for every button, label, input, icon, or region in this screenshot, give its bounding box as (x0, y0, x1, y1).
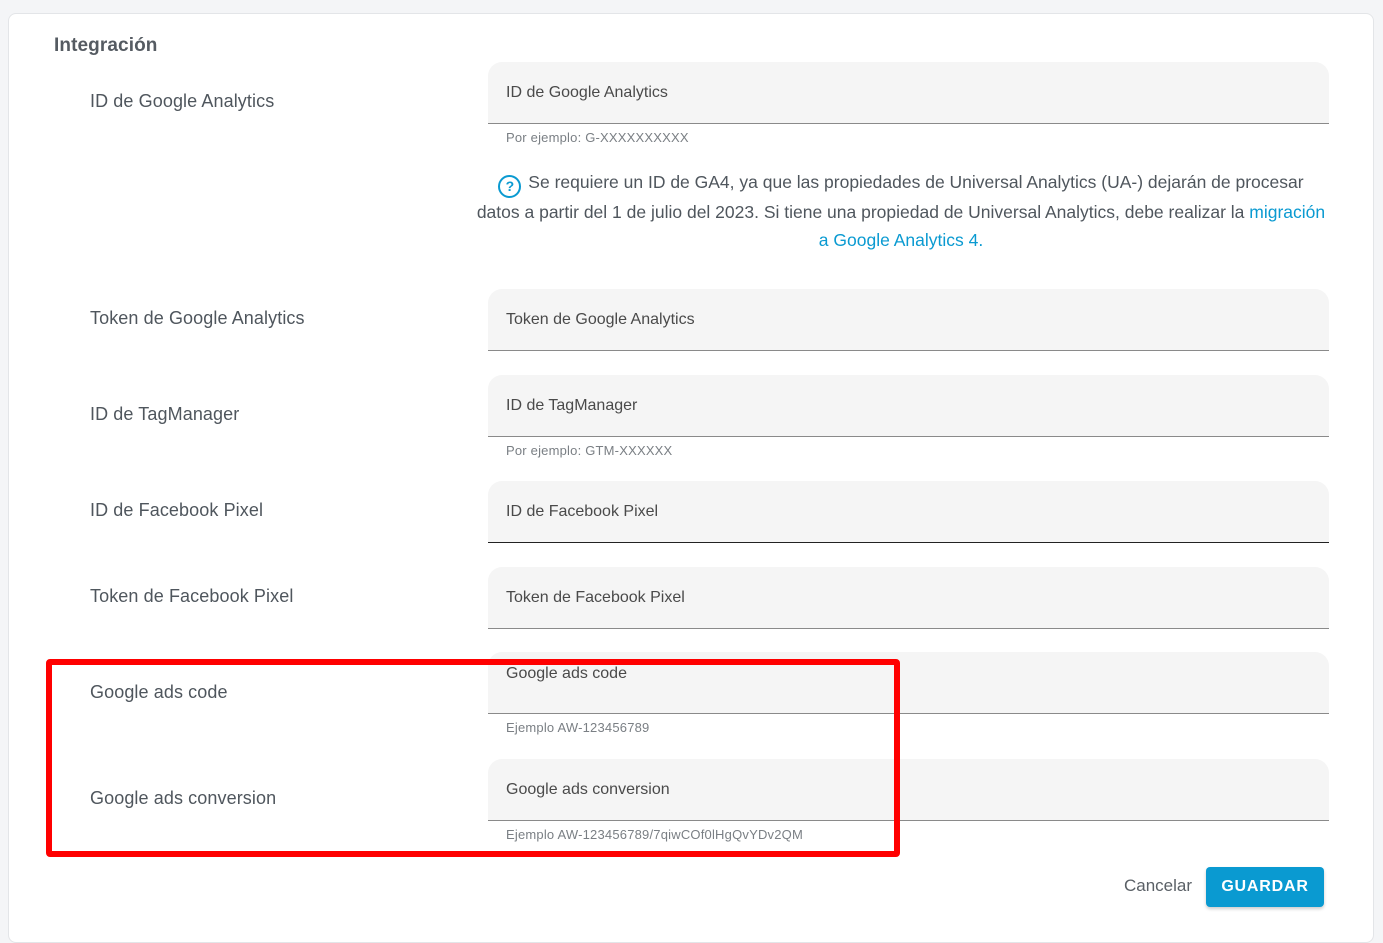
ga4-info-message: ? Se requiere un ID de GA4, ya que las p… (476, 168, 1326, 254)
fb-pixel-token-field[interactable] (488, 567, 1329, 629)
fb-pixel-id-label: ID de Facebook Pixel (90, 500, 264, 520)
gads-code-field[interactable] (488, 643, 1329, 714)
tagmanager-id-field[interactable] (488, 375, 1329, 437)
ga-id-input[interactable] (506, 62, 1306, 123)
gads-conversion-hint: Ejemplo AW-123456789/7qiwCOf0lHgQvYDv2QM (506, 827, 804, 842)
gads-conversion-input[interactable] (506, 759, 1306, 820)
ga-token-input[interactable] (506, 289, 1306, 350)
help-circle-icon: ? (498, 175, 522, 198)
ga-id-label: ID de Google Analytics (90, 91, 275, 111)
ga4-info-text: Se requiere un ID de GA4, ya que las pro… (476, 172, 1304, 222)
section-title: Integración (54, 35, 158, 56)
tagmanager-id-label: ID de TagManager (90, 404, 240, 424)
fb-pixel-token-input[interactable] (506, 567, 1306, 628)
gads-conversion-label: Google ads conversion (90, 788, 277, 808)
gads-conversion-field[interactable] (488, 759, 1329, 821)
cancel-button[interactable]: Cancelar (1112, 868, 1204, 904)
ga-token-label: Token de Google Analytics (90, 308, 305, 328)
tagmanager-id-input[interactable] (506, 375, 1306, 436)
gads-code-input[interactable] (506, 643, 1306, 705)
ga-token-field[interactable] (488, 289, 1329, 351)
ga-id-hint: Por ejemplo: G-XXXXXXXXXX (506, 130, 689, 145)
tagmanager-id-hint: Por ejemplo: GTM-XXXXXX (506, 443, 673, 458)
fb-pixel-token-label: Token de Facebook Pixel (90, 586, 294, 606)
ga-id-field[interactable] (488, 62, 1329, 124)
save-button[interactable]: GUARDAR (1206, 867, 1324, 907)
fb-pixel-id-field[interactable] (488, 481, 1329, 543)
fb-pixel-id-input[interactable] (506, 481, 1306, 542)
gads-code-hint: Ejemplo AW-123456789 (506, 720, 650, 735)
gads-code-label: Google ads code (90, 682, 228, 702)
